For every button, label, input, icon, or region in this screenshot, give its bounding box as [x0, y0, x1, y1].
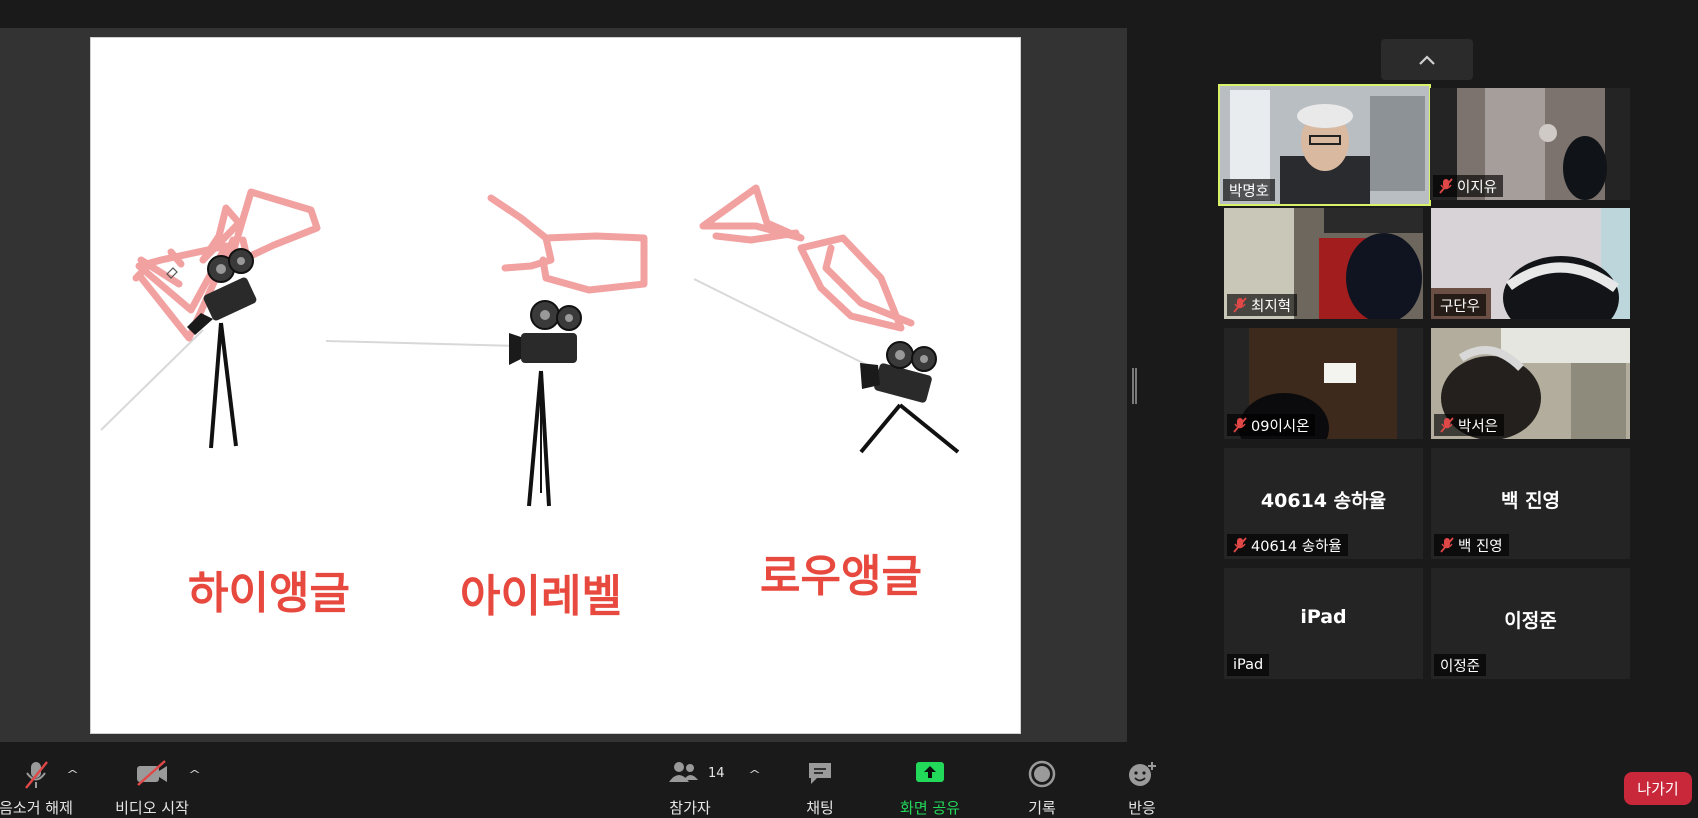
participant-name-tag: 40614 송하율: [1227, 534, 1348, 556]
title-bar: [0, 0, 1698, 28]
participant-count: 14: [708, 766, 725, 781]
participant-display-name: 40614 송하율: [1260, 490, 1387, 512]
share-screen-button[interactable]: 화면 공유: [892, 742, 968, 818]
leave-meeting-button[interactable]: 나가기: [1624, 772, 1692, 805]
participant-name: 최지혁: [1251, 298, 1292, 315]
chat-button[interactable]: 채팅: [796, 742, 844, 818]
start-video-label: 비디오 시작: [115, 799, 189, 817]
sight-line-eye: [325, 340, 522, 347]
video-tile[interactable]: 09이시온: [1224, 328, 1423, 439]
record-button[interactable]: 기록: [1018, 742, 1066, 818]
label-high-angle: 하이앵글: [188, 568, 350, 619]
share-screen-label: 화면 공유: [900, 799, 960, 817]
gallery-scroll-up-button[interactable]: [1381, 39, 1473, 80]
record-icon: [1028, 760, 1056, 788]
video-tile[interactable]: 박명호: [1218, 84, 1431, 206]
shared-slide: 하이앵글 아이레벨 로우앵글: [90, 37, 1021, 734]
participant-name-tag: 최지혁: [1227, 294, 1298, 316]
muted-mic-icon: [1233, 537, 1247, 553]
chat-label: 채팅: [806, 799, 834, 817]
video-tile[interactable]: 박서은: [1431, 328, 1630, 439]
label-eye-level: 아이레벨: [460, 571, 622, 622]
slide-drawing: 하이앵글 아이레벨 로우앵글: [100, 184, 960, 622]
participant-name-tag: 박명호: [1223, 179, 1276, 201]
participant-name: 박명호: [1229, 183, 1270, 200]
muted-mic-icon: [1440, 417, 1454, 433]
video-tile[interactable]: 최지혁: [1224, 208, 1423, 319]
participant-display-name: iPad: [1300, 606, 1347, 628]
participant-name: 박서은: [1458, 418, 1499, 435]
participant-display-name: 백 진영: [1500, 490, 1561, 512]
camera-low-angle: [859, 341, 960, 454]
participant-name-tag: iPad: [1227, 654, 1270, 676]
chevron-up-icon: [1419, 54, 1435, 65]
start-video-button[interactable]: 비디오 시작: [108, 742, 196, 818]
sight-line-high: [100, 329, 204, 431]
participant-name-tag: 박서은: [1434, 414, 1505, 436]
label-low-angle: 로우앵글: [760, 551, 922, 602]
camera-eye-level: [509, 300, 582, 507]
video-options-caret-icon[interactable]: ^: [188, 768, 201, 781]
video-off-icon: [137, 760, 167, 786]
participants-button[interactable]: 14 참가자: [660, 742, 725, 818]
participant-name: 09이시온: [1251, 418, 1310, 435]
video-tile[interactable]: 이정준 이정준: [1431, 568, 1630, 679]
participant-name: 40614 송하율: [1251, 538, 1342, 555]
muted-microphone-icon: [25, 761, 48, 789]
video-tile[interactable]: 이지유: [1430, 88, 1630, 200]
muted-mic-icon: [1439, 178, 1453, 194]
camera-high-angle: [187, 248, 257, 449]
muted-mic-icon: [1233, 417, 1247, 433]
participant-name-tag: 구단우: [1434, 294, 1487, 316]
audio-options-caret-icon[interactable]: ^: [66, 768, 79, 781]
participant-name-tag: 09이시온: [1227, 414, 1316, 436]
unmute-button[interactable]: 음소거 해제: [0, 742, 73, 818]
muted-mic-icon: [1233, 297, 1247, 313]
meeting-toolbar: 음소거 해제 ^ 비디오 시작 ^ 14 참가자 ^ 채팅 화면 공유 기록 반…: [0, 742, 1698, 818]
panel-resize-handle[interactable]: [1132, 368, 1137, 404]
participant-name: 이지유: [1457, 179, 1498, 196]
share-screen-icon: [916, 762, 944, 782]
reactions-icon: [1129, 762, 1156, 786]
participant-name-tag: 이지유: [1433, 175, 1504, 197]
video-tile[interactable]: iPad iPad: [1224, 568, 1423, 679]
participants-label: 참가자: [669, 799, 711, 817]
video-tile[interactable]: 백 진영 백 진영: [1431, 448, 1630, 559]
muted-mic-icon: [1440, 537, 1454, 553]
participant-name: 이정준: [1440, 658, 1481, 675]
participant-name-tag: 이정준: [1434, 654, 1487, 676]
video-tile[interactable]: 40614 송하율 40614 송하율: [1224, 448, 1423, 559]
participant-display-name: 이정준: [1504, 610, 1557, 632]
record-label: 기록: [1028, 799, 1056, 817]
reactions-button[interactable]: 반응: [1118, 742, 1166, 818]
participant-name: iPad: [1233, 657, 1264, 673]
participant-name-tag: 백 진영: [1434, 534, 1509, 556]
participant-name: 백 진영: [1458, 538, 1503, 555]
video-tile[interactable]: 구단우: [1431, 208, 1630, 319]
participant-name: 구단우: [1440, 298, 1481, 315]
chat-icon: [809, 763, 831, 784]
reactions-label: 반응: [1128, 799, 1156, 817]
unmute-label: 음소거 해제: [0, 799, 73, 817]
participants-options-caret-icon[interactable]: ^: [748, 768, 761, 781]
participants-icon: [669, 762, 698, 782]
